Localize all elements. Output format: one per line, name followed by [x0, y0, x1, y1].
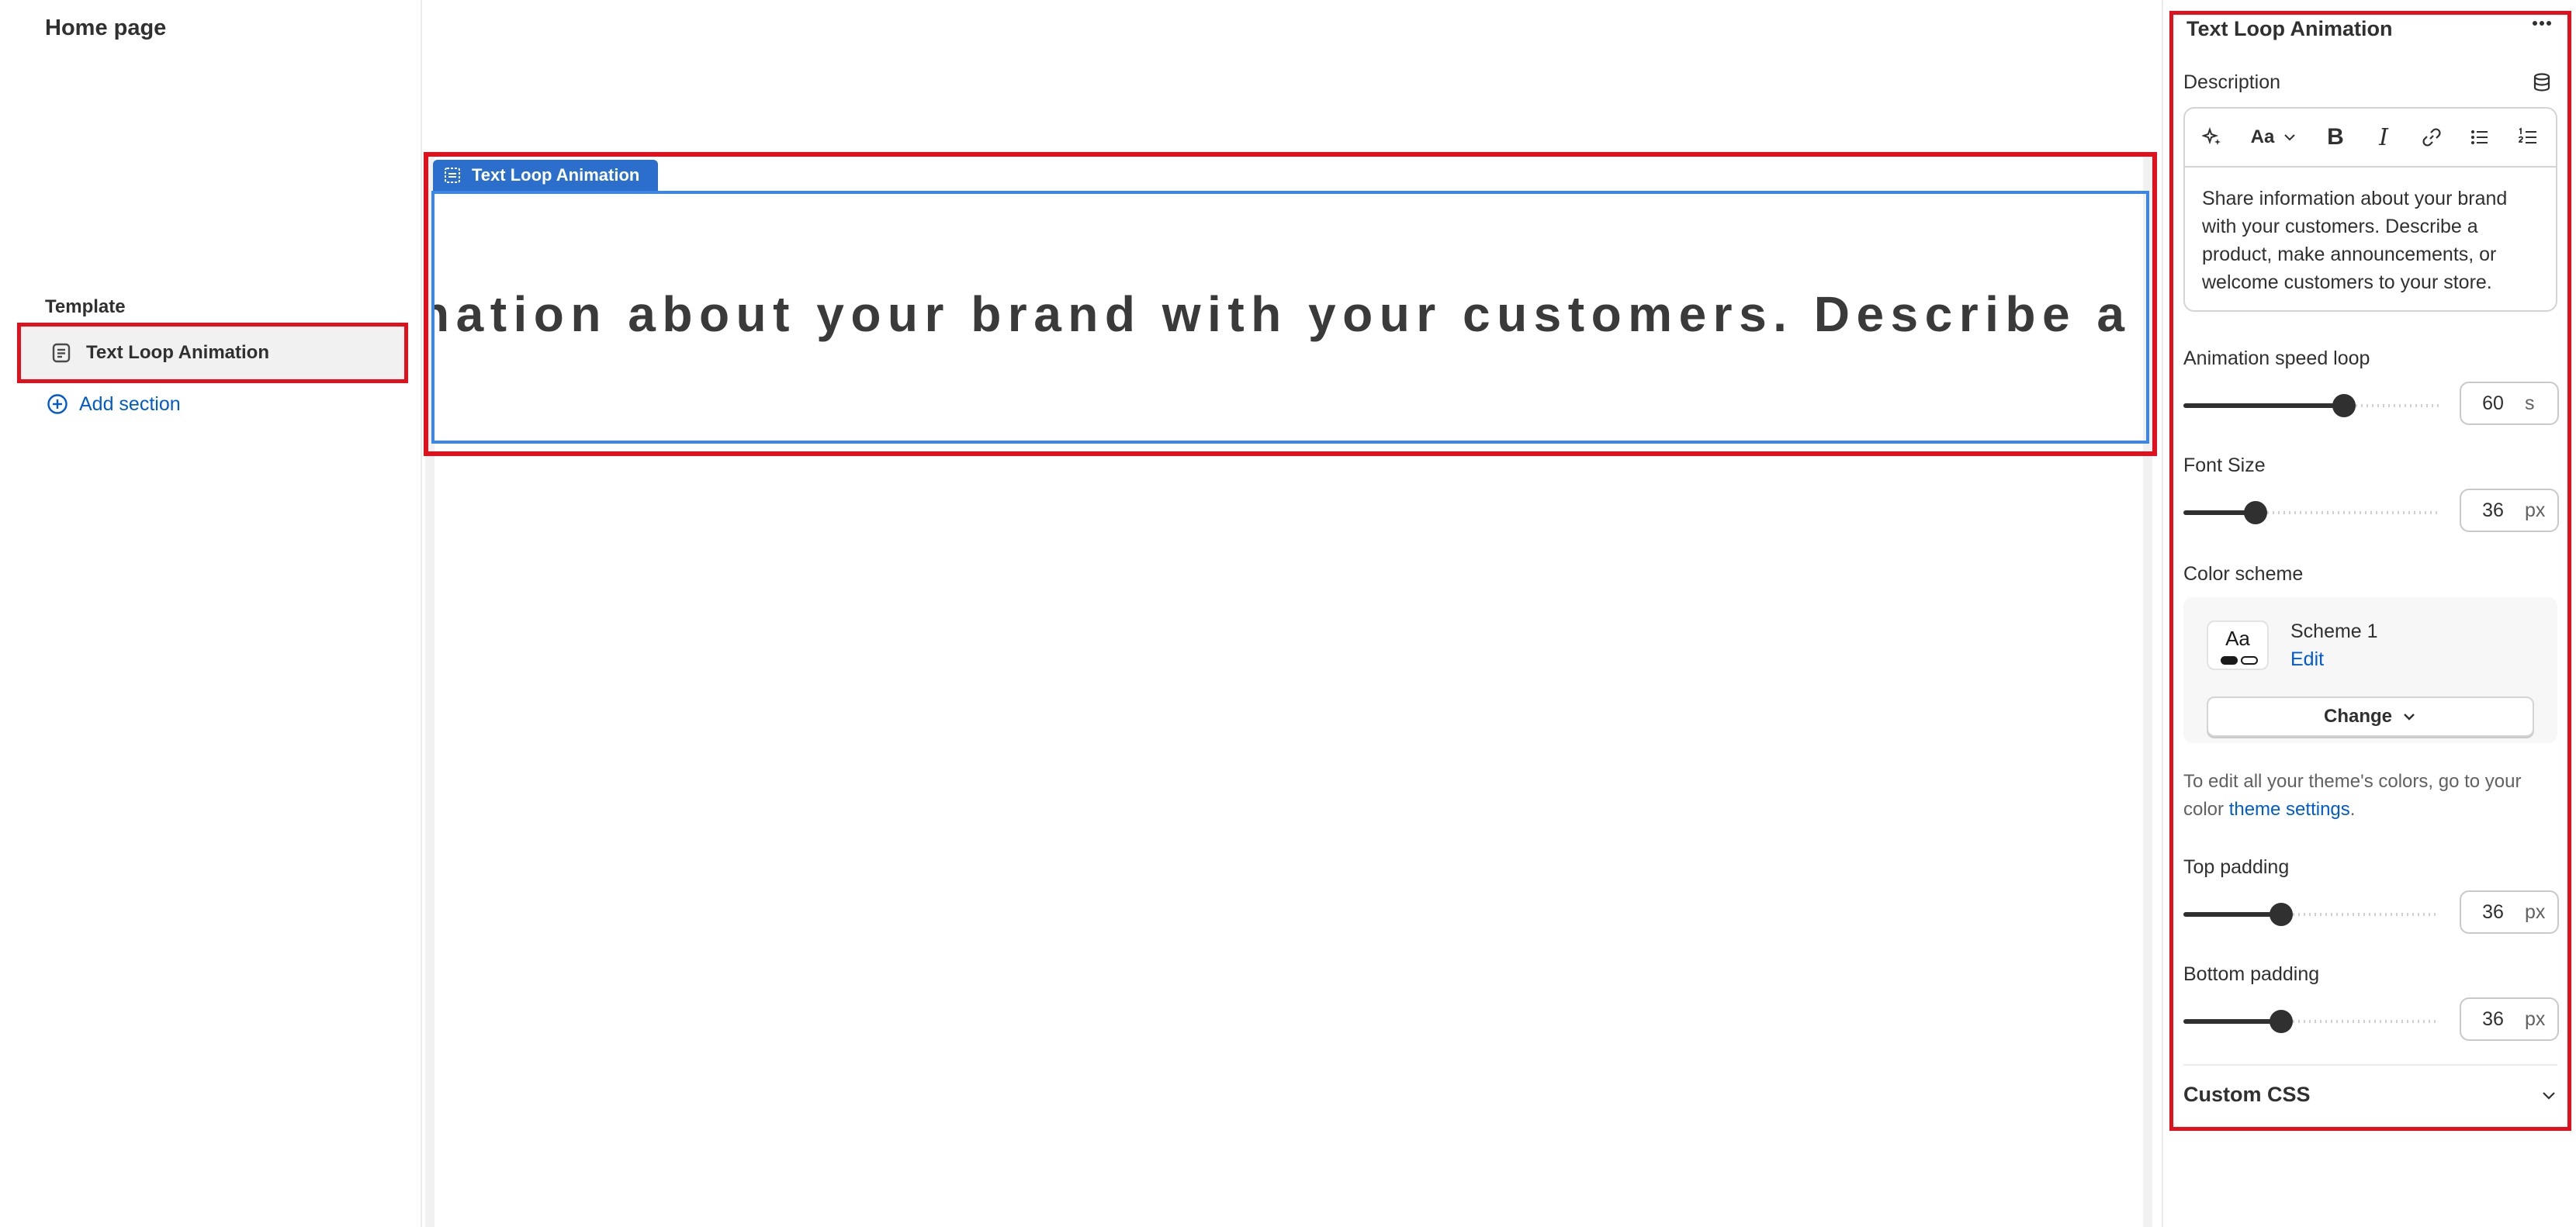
slider-track: [2293, 913, 2439, 916]
slider-fill: [2183, 912, 2281, 917]
top-padding-input[interactable]: 36 px: [2460, 890, 2559, 934]
theme-settings-link[interactable]: theme settings: [2229, 799, 2350, 820]
slider-thumb[interactable]: [2270, 903, 2293, 926]
help-text-end: .: [2349, 799, 2356, 820]
slider-fill: [2183, 1019, 2281, 1024]
more-options-icon[interactable]: [2529, 14, 2554, 33]
scheme-edit-link[interactable]: Edit: [2290, 648, 2324, 671]
color-scheme-swatch: Aa: [2207, 620, 2269, 670]
bullet-list-button[interactable]: [2460, 117, 2500, 157]
color-scheme-picker: Aa Scheme 1 Edit Change: [2183, 597, 2557, 743]
bottom-padding-label: Bottom padding: [2183, 963, 2320, 985]
slider-thumb[interactable]: [2332, 394, 2356, 417]
change-scheme-label: Change: [2323, 706, 2392, 727]
bottom-padding-value: 36: [2482, 1008, 2504, 1030]
top-padding-label: Top padding: [2183, 856, 2290, 878]
color-scheme-label: Color scheme: [2183, 563, 2304, 585]
italic-button[interactable]: I: [2363, 117, 2404, 157]
font-size-input[interactable]: 36 px: [2460, 489, 2559, 532]
section-divider: [2183, 1064, 2557, 1066]
chevron-down-icon: [2404, 714, 2415, 721]
description-label: Description: [2183, 71, 2281, 93]
slider-thumb[interactable]: [2244, 501, 2267, 524]
top-padding-unit: px: [2525, 900, 2546, 923]
font-size-value: 36: [2482, 499, 2504, 521]
slider-track: [2267, 511, 2439, 514]
top-padding-slider[interactable]: [2183, 903, 2439, 926]
page-title[interactable]: Home page: [45, 16, 166, 41]
settings-title: Text Loop Animation: [2186, 17, 2393, 40]
bullet-list-icon: [2471, 130, 2488, 144]
font-style-label: Aa: [2250, 126, 2275, 147]
bottom-padding-input[interactable]: 36 px: [2460, 997, 2559, 1041]
change-scheme-button[interactable]: Change: [2207, 696, 2534, 737]
font-size-label: Font Size: [2183, 455, 2266, 476]
animation-speed-label: Animation speed loop: [2183, 347, 2370, 369]
selection-highlight: [424, 152, 2157, 456]
ai-sparkle-icon[interactable]: [2193, 117, 2233, 157]
numbered-list-button[interactable]: [2508, 117, 2548, 157]
theme-colors-help: To edit all your theme's colors, go to y…: [2183, 768, 2564, 824]
slider-thumb[interactable]: [2270, 1010, 2293, 1033]
font-style-dropdown[interactable]: Aa: [2241, 117, 2308, 157]
slider-track: [2356, 404, 2439, 407]
section-icon: [52, 343, 71, 363]
italic-icon: I: [2379, 123, 2388, 151]
custom-css-label: Custom CSS: [2183, 1083, 2311, 1106]
link-icon: [2422, 128, 2441, 147]
animation-speed-unit: s: [2525, 392, 2535, 414]
animation-speed-value: 60: [2482, 392, 2504, 414]
description-text[interactable]: Share information about your brand with …: [2185, 168, 2556, 310]
animation-speed-input[interactable]: 60 s: [2460, 382, 2559, 425]
top-padding-value: 36: [2482, 900, 2504, 923]
scheme-name: Scheme 1: [2290, 620, 2378, 642]
add-section-button[interactable]: Add section: [47, 388, 181, 420]
link-button[interactable]: [2412, 117, 2452, 157]
plus-circle-icon: [47, 394, 68, 414]
editor-toolbar: Aa B I: [2185, 109, 2556, 168]
bold-button[interactable]: B: [2315, 117, 2356, 157]
sidebar-item-text-loop-animation[interactable]: Text Loop Animation: [17, 323, 408, 383]
numbered-list-icon: [2519, 127, 2536, 143]
swatch-secondary-pill: [2241, 656, 2258, 665]
add-section-label: Add section: [79, 392, 181, 415]
template-heading: Template: [45, 296, 126, 317]
chevron-down-icon: [2543, 1091, 2555, 1100]
slider-track: [2293, 1020, 2439, 1023]
font-size-unit: px: [2525, 499, 2546, 521]
custom-css-toggle[interactable]: Custom CSS: [2183, 1083, 2557, 1107]
animation-speed-slider[interactable]: [2183, 394, 2439, 417]
slider-fill: [2183, 403, 2344, 408]
chevron-down-icon: [2284, 134, 2296, 141]
left-sidebar: Home page Template Text Loop Animation A…: [0, 0, 422, 1227]
bottom-padding-unit: px: [2525, 1008, 2546, 1030]
font-size-slider[interactable]: [2183, 501, 2439, 524]
bold-icon: B: [2327, 124, 2344, 150]
swatch-text: Aa: [2225, 627, 2250, 650]
swatch-primary-pill: [2221, 656, 2238, 665]
bottom-padding-slider[interactable]: [2183, 1010, 2439, 1033]
dynamic-source-icon[interactable]: [2531, 71, 2553, 93]
description-editor[interactable]: Aa B I Share information about your bran…: [2183, 107, 2557, 312]
sidebar-item-label: Text Loop Animation: [86, 342, 269, 363]
